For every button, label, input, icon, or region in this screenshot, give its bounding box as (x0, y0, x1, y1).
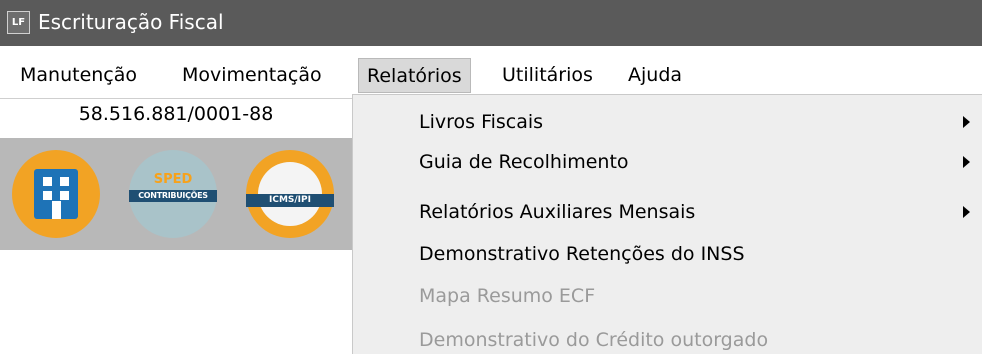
menu-item-label: Livros Fiscais (419, 111, 544, 133)
menu-manutencao[interactable]: Manutenção (12, 58, 145, 93)
menu-utilitarios[interactable]: Utilitários (494, 58, 601, 93)
sped-contribuicoes-icon[interactable]: SPED CONTRIBUIÇÕES (129, 150, 217, 238)
menu-bar: Manutenção Movimentação Relatórios Utili… (0, 58, 982, 94)
title-bar: LF Escrituração Fiscal (0, 0, 982, 46)
menu-relatorios[interactable]: Relatórios (358, 58, 471, 93)
module-toolbar: SPED CONTRIBUIÇÕES ICMS/IPI (0, 138, 352, 250)
workspace-area (0, 250, 352, 353)
menu-livros-fiscais[interactable]: Livros Fiscais (353, 103, 982, 143)
menu-item-label: Relatórios Auxiliares Mensais (419, 201, 696, 223)
icms-ipi-banner: ICMS/IPI (246, 194, 334, 207)
menu-item-label: Demonstrativo do Crédito outorgado (419, 329, 769, 351)
menu-demonstrativo-credito[interactable]: Demonstrativo do Crédito outorgado (353, 321, 982, 361)
submenu-arrow-icon (963, 116, 970, 128)
contribuicoes-banner: CONTRIBUIÇÕES (129, 190, 217, 202)
cnpj-value: 58.516.881/0001-88 (78, 103, 274, 125)
menu-ajuda[interactable]: Ajuda (620, 58, 690, 93)
app-logo-icon: LF (7, 11, 30, 34)
window-title: Escrituração Fiscal (38, 10, 224, 34)
menu-item-label: Mapa Resumo ECF (419, 285, 596, 307)
menu-relatorios-auxiliares[interactable]: Relatórios Auxiliares Mensais (353, 193, 982, 233)
menu-movimentacao[interactable]: Movimentação (174, 58, 330, 93)
company-cnpj-panel: 58.516.881/0001-88 (0, 98, 352, 137)
relatorios-dropdown: Livros Fiscais Guia de Recolhimento Rela… (352, 94, 982, 354)
sped-label: SPED (153, 172, 193, 187)
menu-demonstrativo-inss[interactable]: Demonstrativo Retenções do INSS (353, 235, 982, 275)
submenu-arrow-icon (963, 206, 970, 218)
building-icon[interactable] (12, 150, 100, 238)
menu-item-label: Guia de Recolhimento (419, 151, 629, 173)
menu-mapa-resumo-ecf[interactable]: Mapa Resumo ECF (353, 277, 982, 317)
icms-ipi-icon[interactable]: ICMS/IPI (246, 150, 334, 238)
menu-guia-recolhimento[interactable]: Guia de Recolhimento (353, 143, 982, 183)
submenu-arrow-icon (963, 156, 970, 168)
menu-item-label: Demonstrativo Retenções do INSS (419, 243, 745, 265)
building-shape (34, 169, 78, 219)
